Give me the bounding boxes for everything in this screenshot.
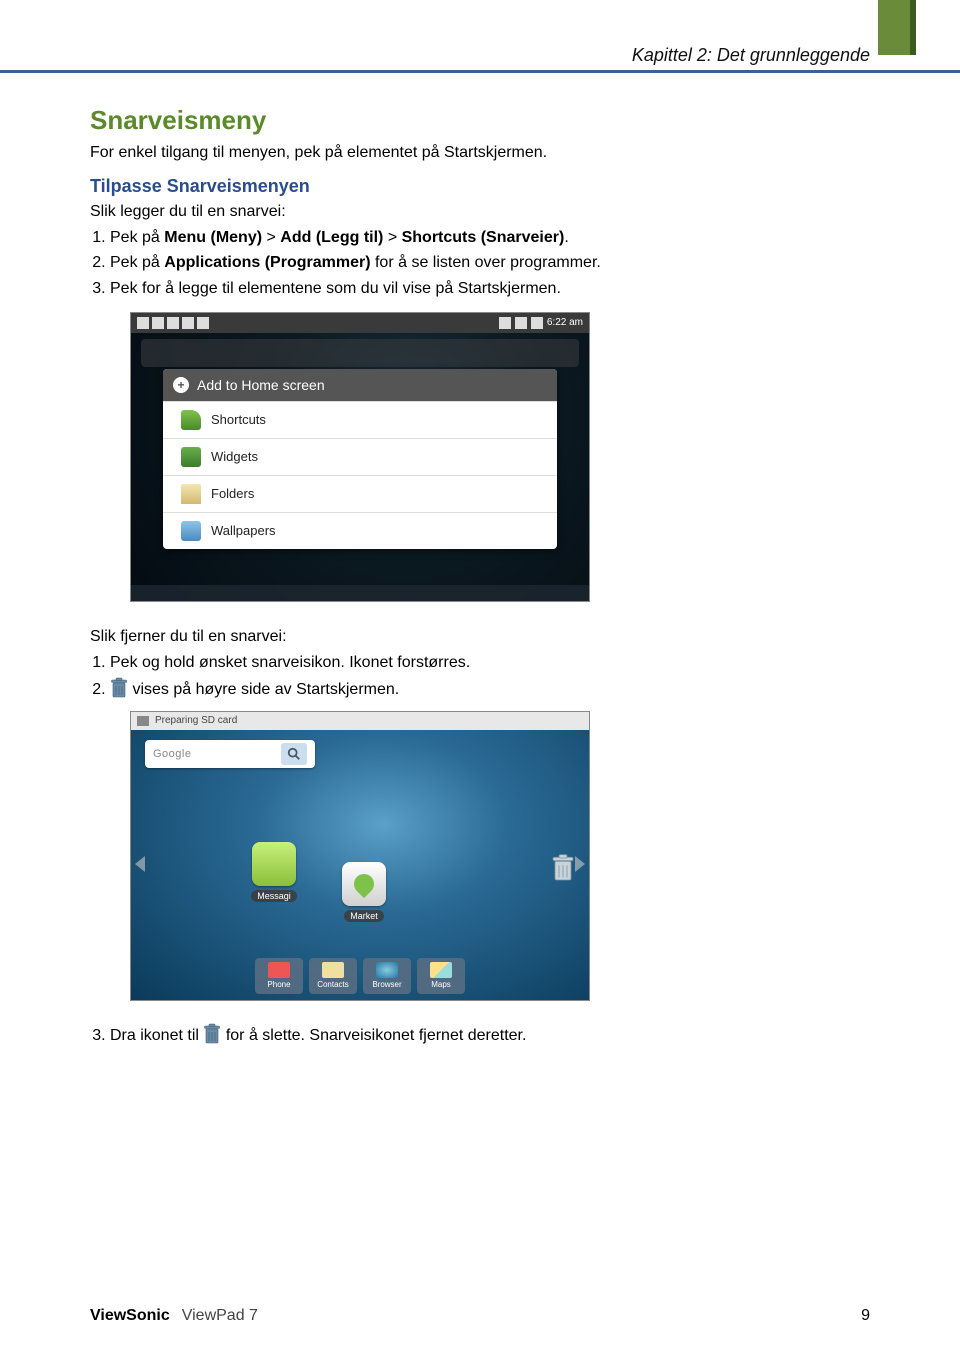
header-divider [0, 70, 960, 73]
google-search-widget[interactable]: Google [145, 740, 315, 768]
screenshot-add-to-home: 6:22 am + Add to Home screen Shortcuts W… [130, 312, 590, 602]
browser-icon [376, 962, 398, 978]
add-step-2: Pek på Applications (Programmer) for å s… [110, 251, 870, 274]
warning-icon [137, 317, 149, 329]
top-notification-bar: Preparing SD card [131, 712, 589, 730]
menu-header: + Add to Home screen [163, 369, 557, 401]
chapter-title: Kapittel 2: Det grunnleggende [632, 45, 870, 66]
page-right-icon[interactable] [575, 856, 585, 872]
market-icon [342, 862, 386, 906]
add-steps: Pek på Menu (Meny) > Add (Legg til) > Sh… [110, 226, 870, 300]
dock-dimmed [131, 585, 589, 601]
dock-contacts[interactable]: Contacts [309, 958, 357, 994]
dock-browser[interactable]: Browser [363, 958, 411, 994]
trash-drop-target[interactable] [551, 852, 575, 884]
search-placeholder: Google [153, 748, 191, 760]
phone-icon [268, 962, 290, 978]
wifi-icon [515, 317, 527, 329]
remove-step-1: Pek og hold ønsket snarveisikon. Ikonet … [110, 651, 870, 674]
debug-icon [197, 317, 209, 329]
add-to-home-menu: + Add to Home screen Shortcuts Widgets F… [163, 369, 557, 549]
menu-item-widgets[interactable]: Widgets [163, 438, 557, 475]
signal-icon [499, 317, 511, 329]
remove-intro: Slik fjerner du til en snarvei: [90, 626, 870, 648]
subsection-heading: Tilpasse Snarveismenyen [90, 176, 870, 197]
trash-icon [203, 1023, 221, 1045]
page-content: Snarveismeny For enkel tilgang til menye… [90, 105, 870, 1049]
battery-icon [531, 317, 543, 329]
remove-step-2: vises på høyre side av Startskjermen. [110, 677, 870, 701]
add-intro: Slik legger du til en snarvei: [90, 201, 870, 223]
dock-maps[interactable]: Maps [417, 958, 465, 994]
contacts-icon [322, 962, 344, 978]
page-number: 9 [861, 1307, 870, 1325]
menu-item-folders[interactable]: Folders [163, 475, 557, 512]
add-step-1: Pek på Menu (Meny) > Add (Legg til) > Sh… [110, 226, 870, 249]
folder-icon [181, 484, 201, 504]
sync-icon [152, 317, 164, 329]
footer-brand: ViewSonic [90, 1307, 170, 1325]
page-tab-decor [878, 0, 910, 55]
sd-card-icon [137, 716, 149, 726]
status-time: 6:22 am [547, 317, 583, 328]
trash-icon [110, 677, 128, 699]
sd-text: Preparing SD card [155, 715, 237, 726]
dock: Phone Contacts Browser Maps [255, 958, 465, 994]
remove-steps-cont: Dra ikonet til for å slette. Snarveisiko… [110, 1023, 870, 1047]
footer-product: ViewPad 7 [182, 1307, 258, 1325]
shortcut-icon [181, 410, 201, 430]
page-left-icon[interactable] [135, 856, 145, 872]
status-bar: 6:22 am [131, 313, 589, 333]
wallpaper-icon [181, 521, 201, 541]
menu-item-shortcuts[interactable]: Shortcuts [163, 401, 557, 438]
page-footer: ViewSonic ViewPad 7 9 [90, 1307, 870, 1325]
add-step-3: Pek for å legge til elementene som du vi… [110, 277, 870, 300]
dock-phone[interactable]: Phone [255, 958, 303, 994]
remove-step-3: Dra ikonet til for å slette. Snarveisiko… [110, 1023, 870, 1047]
menu-item-wallpapers[interactable]: Wallpapers [163, 512, 557, 549]
search-icon[interactable] [281, 743, 307, 765]
menu-title: Add to Home screen [197, 377, 325, 393]
usb-icon [182, 317, 194, 329]
messaging-icon [252, 842, 296, 886]
app-market[interactable]: Market [341, 862, 387, 924]
sd-icon [167, 317, 179, 329]
app-label: Messagi [251, 890, 297, 902]
maps-icon [430, 962, 452, 978]
section-intro: For enkel tilgang til menyen, pek på ele… [90, 142, 870, 164]
app-messaging[interactable]: Messagi [251, 842, 297, 904]
remove-steps: Pek og hold ønsket snarveisikon. Ikonet … [110, 651, 870, 700]
section-heading: Snarveismeny [90, 105, 870, 136]
app-label: Market [344, 910, 384, 922]
plus-icon: + [173, 377, 189, 393]
widget-icon [181, 447, 201, 467]
screenshot-home-trash: Preparing SD card Google Messagi Market … [130, 711, 590, 1001]
